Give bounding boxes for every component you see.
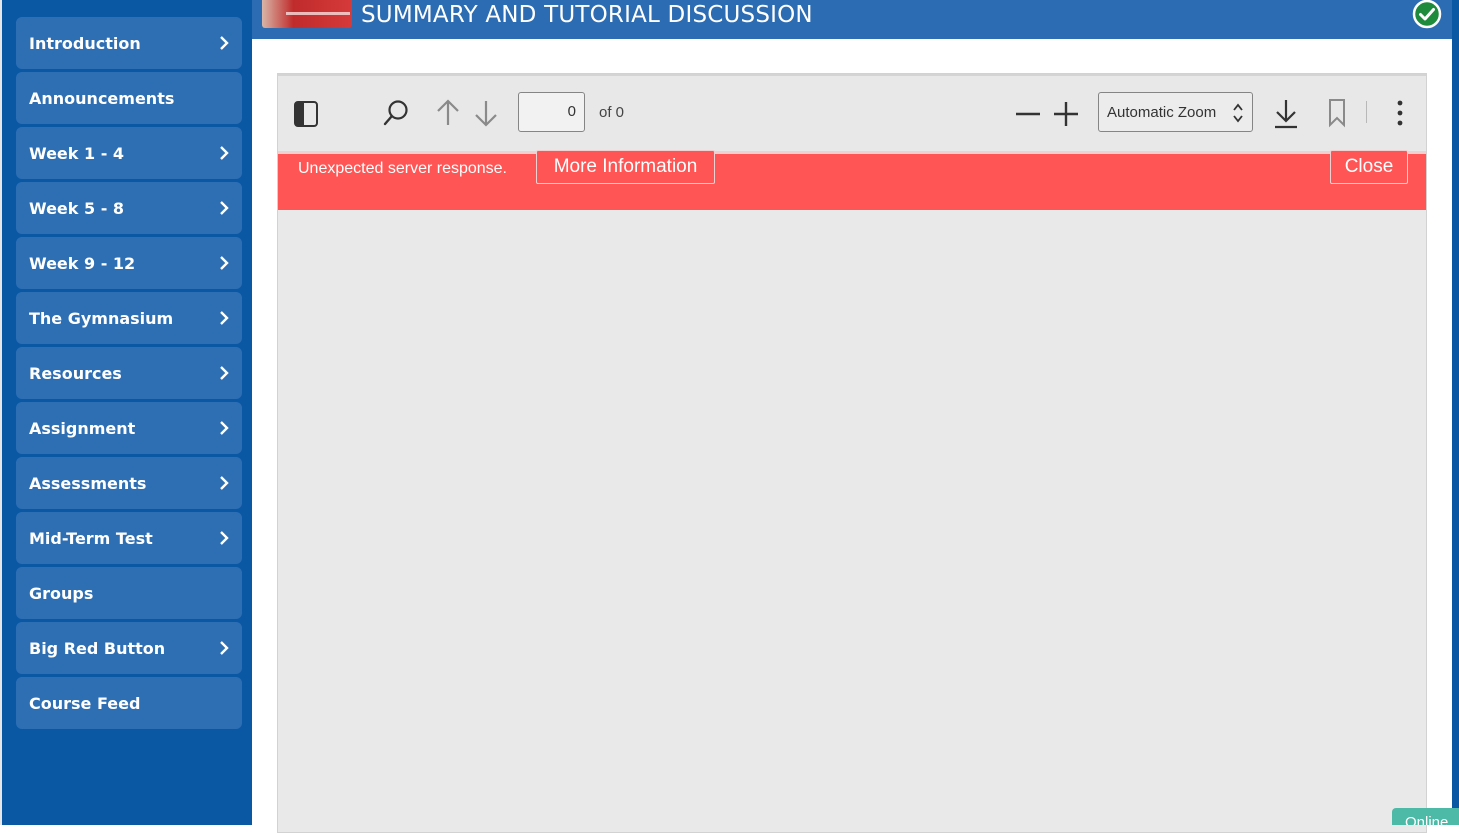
chevron-right-icon [220, 476, 229, 490]
nav-label: Week 5 - 8 [29, 198, 125, 218]
page-number-input[interactable]: 0 [518, 92, 585, 132]
course-sidebar: Introduction Announcements Week 1 - 4 We… [0, 0, 252, 825]
zoom-in-icon[interactable] [1052, 100, 1080, 128]
nav-label: Mid-Term Test [29, 528, 153, 548]
topic-thumbnail [262, 0, 352, 28]
arrow-down-icon[interactable] [472, 98, 500, 128]
arrow-up-icon[interactable] [434, 98, 462, 128]
nav-course-feed[interactable]: Course Feed [16, 677, 242, 729]
pdf-viewer: 0 of 0 Automatic Zoom Unexpected server … [277, 73, 1427, 833]
nav-label: Course Feed [29, 693, 141, 713]
select-arrows-icon [1233, 103, 1243, 123]
nav-label: Week 1 - 4 [29, 143, 125, 163]
nav-big-red-button[interactable]: Big Red Button [16, 622, 242, 674]
nav-label: Week 9 - 12 [29, 253, 136, 273]
nav-resources[interactable]: Resources [16, 347, 242, 399]
nav-label: Assessments [29, 473, 147, 493]
page-number-value: 0 [567, 103, 576, 120]
chevron-right-icon [220, 421, 229, 435]
nav-label: Big Red Button [29, 638, 166, 658]
close-label: Close [1344, 156, 1394, 177]
nav-assignment[interactable]: Assignment [16, 402, 242, 454]
zoom-out-icon[interactable] [1014, 100, 1042, 128]
search-icon[interactable] [382, 98, 410, 128]
chevron-right-icon [220, 201, 229, 215]
error-bar: Unexpected server response. More Informa… [278, 150, 1426, 210]
nav-label: Groups [29, 583, 94, 603]
error-message: Unexpected server response. [298, 160, 507, 177]
right-frame-edge [1452, 0, 1459, 825]
zoom-value: Automatic Zoom [1107, 103, 1217, 121]
viewer-toolbar: 0 of 0 Automatic Zoom [278, 74, 1426, 150]
nav-label: Assignment [29, 418, 136, 438]
page-title: SUMMARY AND TUTORIAL DISCUSSION [361, 2, 813, 28]
more-information-button[interactable]: More Information [536, 150, 715, 184]
nav-the-gymnasium[interactable]: The Gymnasium [16, 292, 242, 344]
nav-groups[interactable]: Groups [16, 567, 242, 619]
chevron-right-icon [220, 366, 229, 380]
nav-label: The Gymnasium [29, 308, 174, 328]
bookmark-icon[interactable] [1326, 98, 1348, 128]
nav-week-1-4[interactable]: Week 1 - 4 [16, 127, 242, 179]
toolbar-separator [1366, 101, 1367, 123]
more-information-label: More Information [553, 156, 698, 177]
nav-assessments[interactable]: Assessments [16, 457, 242, 509]
nav-mid-term-test[interactable]: Mid-Term Test [16, 512, 242, 564]
check-circle-icon[interactable] [1411, 0, 1443, 30]
zoom-select[interactable]: Automatic Zoom [1098, 92, 1253, 132]
nav-label: Introduction [29, 33, 141, 53]
chevron-right-icon [220, 146, 229, 160]
download-icon[interactable] [1272, 98, 1300, 130]
nav-week-5-8[interactable]: Week 5 - 8 [16, 182, 242, 234]
sidebar-toggle-icon[interactable] [293, 100, 319, 128]
chevron-right-icon [220, 311, 229, 325]
nav-label: Announcements [29, 88, 175, 108]
close-error-button[interactable]: Close [1330, 150, 1408, 184]
chevron-right-icon [220, 36, 229, 50]
online-chat-tab[interactable]: Online [1392, 808, 1459, 825]
page-count: of 0 [599, 104, 625, 121]
nav-introduction[interactable]: Introduction [16, 17, 242, 69]
chevron-right-icon [220, 256, 229, 270]
nav-week-9-12[interactable]: Week 9 - 12 [16, 237, 242, 289]
nav-announcements[interactable]: Announcements [16, 72, 242, 124]
content-header: SUMMARY AND TUTORIAL DISCUSSION [252, 0, 1452, 39]
chevron-right-icon [220, 531, 229, 545]
more-vertical-icon[interactable] [1390, 98, 1410, 128]
chevron-right-icon [220, 641, 229, 655]
online-label: Online [1405, 814, 1449, 825]
nav-label: Resources [29, 363, 122, 383]
